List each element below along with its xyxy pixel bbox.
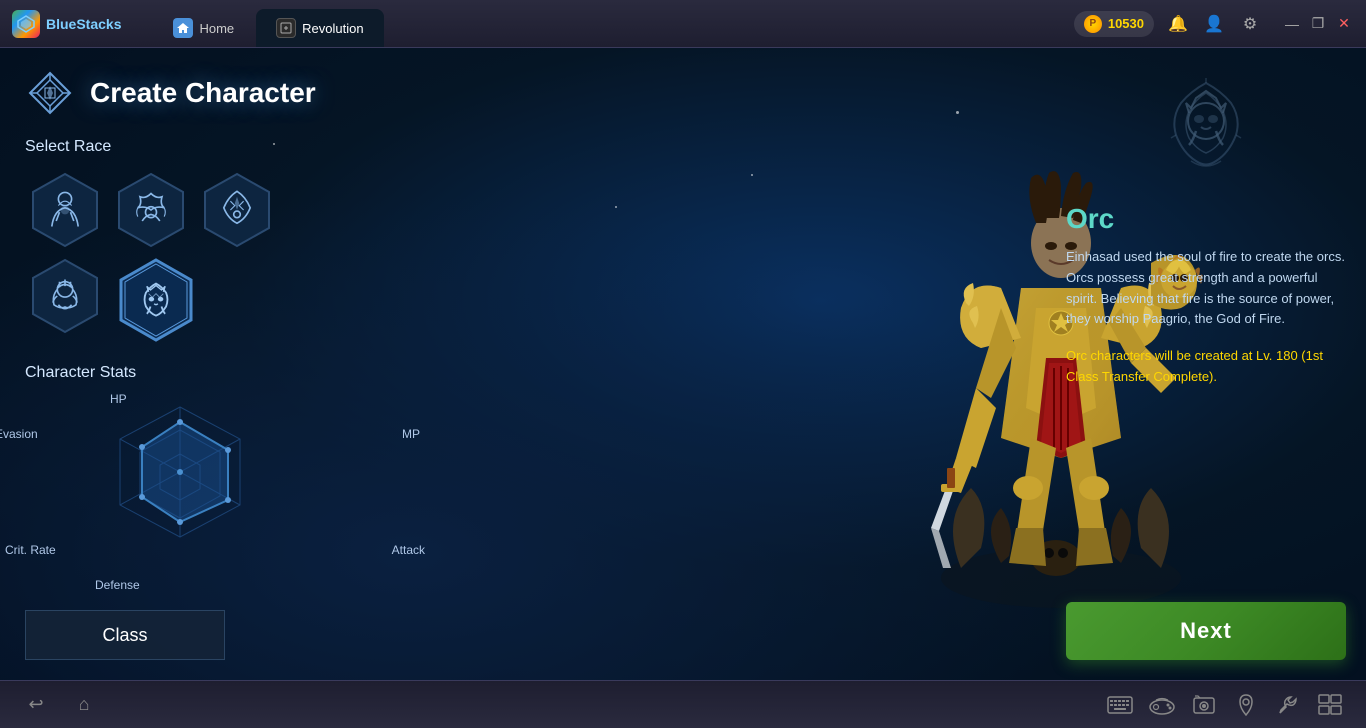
layout-icon[interactable] [1314, 689, 1346, 721]
home-icon[interactable]: ⌂ [68, 689, 100, 721]
map-icon[interactable] [1230, 689, 1262, 721]
revolution-tab-label: Revolution [302, 21, 363, 36]
class-button[interactable]: Class [25, 610, 225, 660]
gamepad-icon[interactable] [1146, 689, 1178, 721]
home-tab-icon [173, 18, 193, 38]
titlebar: BlueStacks Home Revolution P 10530 [0, 0, 1366, 48]
bottombar: ↩ ⌂ [0, 680, 1366, 728]
profile-icon[interactable]: 👤 [1202, 12, 1226, 36]
race-icon-dwarf [43, 274, 87, 318]
game-area: Create Character Select Race [0, 48, 1366, 680]
race-btn-human[interactable] [25, 170, 105, 250]
stats-section: Character Stats HP MP Attack Defense Cri… [25, 364, 455, 592]
close-button[interactable]: ✕ [1334, 14, 1354, 34]
notification-icon[interactable]: 🔔 [1166, 12, 1190, 36]
bluestacks-logo: BlueStacks [0, 10, 153, 38]
stat-label-attack: Attack [392, 543, 425, 557]
race-btn-dwarf[interactable] [25, 256, 105, 336]
coins-display: P 10530 [1074, 11, 1154, 37]
header-diamond-icon [25, 68, 75, 118]
maximize-button[interactable]: ❐ [1308, 14, 1328, 34]
bottombar-right [1104, 689, 1346, 721]
race-special-note: Orc characters will be created at Lv. 18… [1066, 346, 1346, 388]
tools-icon[interactable] [1272, 689, 1304, 721]
stat-label-mp: MP [402, 427, 420, 441]
bs-logo-icon [12, 10, 40, 38]
coin-icon: P [1084, 15, 1102, 33]
select-race-label: Select Race [25, 138, 455, 156]
app-title: BlueStacks [46, 16, 141, 32]
race-name: Orc [1066, 203, 1346, 235]
bottombar-left: ↩ ⌂ [20, 689, 100, 721]
race-btn-orc[interactable] [111, 256, 201, 346]
stat-label-defense: Defense [95, 578, 140, 592]
race-grid [25, 170, 455, 346]
race-icon-orc [134, 279, 178, 323]
settings-icon[interactable]: ⚙ [1238, 12, 1262, 36]
tab-revolution[interactable]: Revolution [256, 9, 383, 47]
race-btn-elf[interactable] [197, 170, 277, 250]
race-icon-dark-elf [129, 188, 173, 232]
keyboard-icon[interactable] [1104, 689, 1136, 721]
window-controls: — ❐ ✕ [1282, 14, 1354, 34]
game-tab-icon [276, 18, 296, 38]
titlebar-right: P 10530 🔔 👤 ⚙ — ❐ ✕ [1074, 11, 1366, 37]
screenshot-icon[interactable] [1188, 689, 1220, 721]
minimize-button[interactable]: — [1282, 14, 1302, 34]
orc-emblem [1146, 68, 1266, 188]
radar-chart [80, 392, 280, 577]
coins-value: 10530 [1108, 16, 1144, 31]
left-panel: Create Character Select Race [0, 48, 480, 680]
tab-home[interactable]: Home [153, 9, 254, 47]
race-icon-elf [215, 188, 259, 232]
back-icon[interactable]: ↩ [20, 689, 52, 721]
stat-label-evasion: Evasion [0, 427, 38, 441]
home-tab-label: Home [199, 21, 234, 36]
race-icon-human [43, 188, 87, 232]
right-panel: Orc Einhasad used the soul of fire to cr… [1066, 68, 1346, 388]
next-button[interactable]: Next [1066, 602, 1346, 660]
race-btn-dark-elf[interactable] [111, 170, 191, 250]
race-row-1 [25, 170, 455, 250]
race-row-2 [25, 256, 455, 346]
panel-header: Create Character [25, 68, 455, 118]
tab-bar: Home Revolution [153, 0, 385, 47]
radar-chart-container: HP MP Attack Defense Crit. Rate Evasion [25, 392, 405, 592]
character-stats-label: Character Stats [25, 364, 455, 382]
panel-title: Create Character [90, 77, 316, 109]
race-description: Einhasad used the soul of fire to create… [1066, 247, 1346, 330]
stat-label-crit-rate: Crit. Rate [5, 543, 56, 557]
